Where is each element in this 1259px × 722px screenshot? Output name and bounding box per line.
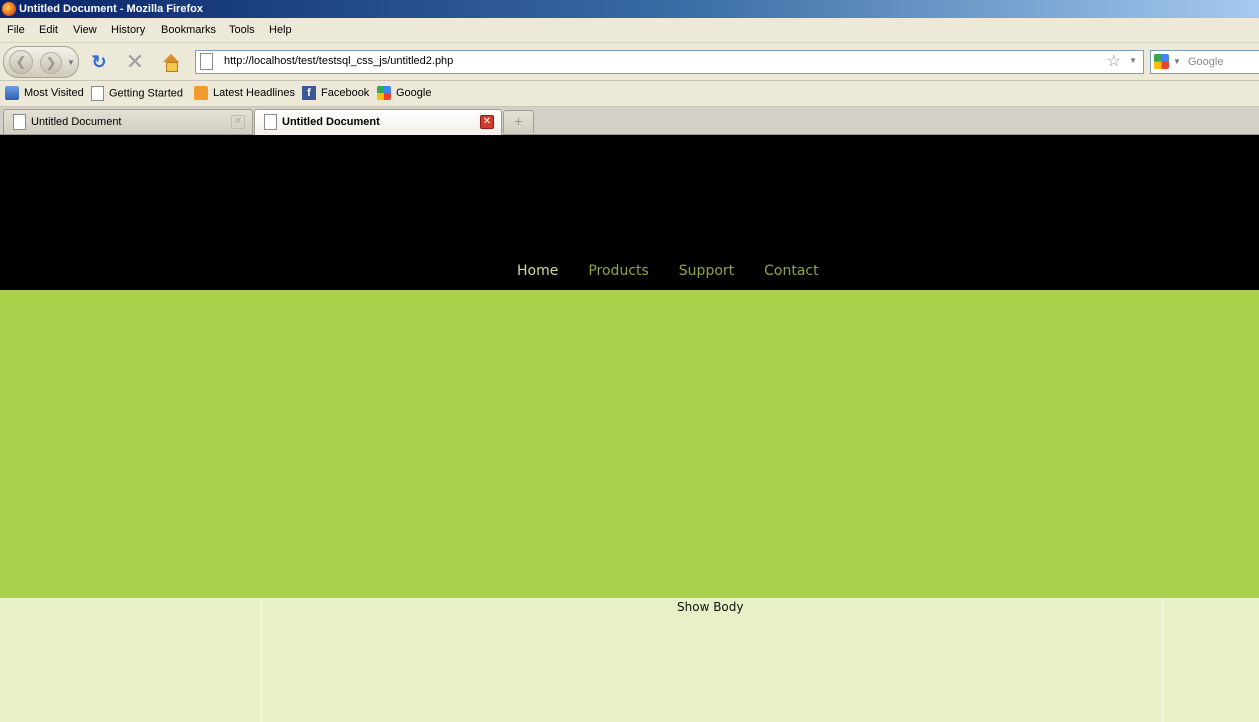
tab-untitled-1[interactable]: Untitled Document ✕ [3, 109, 253, 134]
firefox-logo-icon [2, 2, 16, 16]
menu-history[interactable]: History [111, 24, 145, 36]
close-tab-icon[interactable]: ✕ [480, 115, 494, 129]
search-placeholder[interactable]: Google [1188, 56, 1223, 68]
site-nav: Home Products Support Contact [517, 263, 849, 279]
home-icon[interactable] [160, 51, 182, 73]
reload-icon[interactable]: ↻ [88, 51, 110, 73]
tab-label: Untitled Document [31, 116, 122, 128]
rss-icon [194, 86, 208, 101]
nav-link-products[interactable]: Products [588, 263, 648, 279]
nav-link-contact[interactable]: Contact [764, 263, 818, 279]
bookmark-most-visited[interactable]: Most Visited [5, 86, 84, 101]
bookmark-google[interactable]: Google [377, 86, 432, 101]
google-icon [377, 86, 391, 101]
column-divider [261, 598, 262, 722]
page-icon [264, 114, 277, 130]
page-icon [91, 86, 104, 101]
tab-strip: Untitled Document ✕ Untitled Document ✕ … [0, 107, 1259, 135]
page-content: Home Products Support Contact Show Body [0, 135, 1259, 722]
window-titlebar: Untitled Document - Mozilla Firefox [0, 0, 1259, 18]
bookmark-latest-headlines[interactable]: Latest Headlines [194, 86, 295, 101]
back-forward-group: ❮ ❯ ▼ [3, 46, 79, 78]
back-arrow-icon[interactable]: ❮ [9, 50, 33, 74]
nav-link-support[interactable]: Support [679, 263, 734, 279]
body-area: Show Body [0, 598, 1259, 722]
bookmark-star-icon[interactable]: ☆ [1107, 51, 1121, 71]
banner-area [0, 290, 1259, 598]
url-dropdown-icon[interactable]: ▼ [1129, 56, 1137, 65]
new-tab-button[interactable]: + [503, 110, 534, 133]
menu-bookmarks[interactable]: Bookmarks [161, 24, 216, 36]
menu-bar: File Edit View History Bookmarks Tools H… [0, 18, 1259, 43]
most-visited-icon [5, 86, 19, 101]
url-bar[interactable]: http://localhost/test/testsql_css_js/unt… [195, 50, 1144, 74]
menu-help[interactable]: Help [269, 24, 292, 36]
show-body-text: Show Body [677, 600, 744, 614]
engine-dropdown-icon[interactable]: ▼ [1173, 57, 1181, 66]
plus-icon: + [514, 113, 523, 129]
bookmark-label: Getting Started [109, 87, 183, 100]
bookmark-label: Most Visited [24, 87, 84, 99]
bookmark-label: Facebook [321, 87, 370, 99]
column-divider [1162, 598, 1163, 722]
page-icon [200, 53, 213, 70]
google-engine-icon[interactable] [1154, 54, 1169, 69]
tab-label: Untitled Document [282, 116, 380, 128]
menu-view[interactable]: View [73, 24, 97, 36]
nav-link-home[interactable]: Home [517, 263, 558, 279]
tab-untitled-2[interactable]: Untitled Document ✕ [254, 109, 502, 135]
facebook-icon: f [302, 86, 316, 101]
forward-arrow-icon[interactable]: ❯ [40, 52, 62, 74]
menu-tools[interactable]: Tools [229, 24, 255, 36]
menu-file[interactable]: File [7, 24, 25, 36]
bookmark-label: Google [396, 87, 432, 99]
site-header: Home Products Support Contact [0, 135, 1259, 290]
bookmark-facebook[interactable]: f Facebook [302, 86, 370, 101]
url-text[interactable]: http://localhost/test/testsql_css_js/unt… [224, 55, 453, 67]
close-tab-icon[interactable]: ✕ [231, 115, 245, 129]
window-title: Untitled Document - Mozilla Firefox [19, 3, 203, 15]
menu-edit[interactable]: Edit [39, 24, 58, 36]
search-box[interactable]: ▼ Google [1150, 50, 1259, 74]
history-dropdown-icon[interactable]: ▼ [67, 58, 75, 67]
navigation-toolbar: ❮ ❯ ▼ ↻ ✕ http://localhost/test/testsql_… [0, 43, 1259, 81]
bookmarks-toolbar: Most Visited Getting Started Latest Head… [0, 81, 1259, 107]
bookmark-label: Latest Headlines [213, 87, 295, 99]
page-icon [13, 114, 26, 130]
bookmark-getting-started[interactable]: Getting Started [91, 86, 183, 101]
stop-icon[interactable]: ✕ [124, 51, 146, 73]
